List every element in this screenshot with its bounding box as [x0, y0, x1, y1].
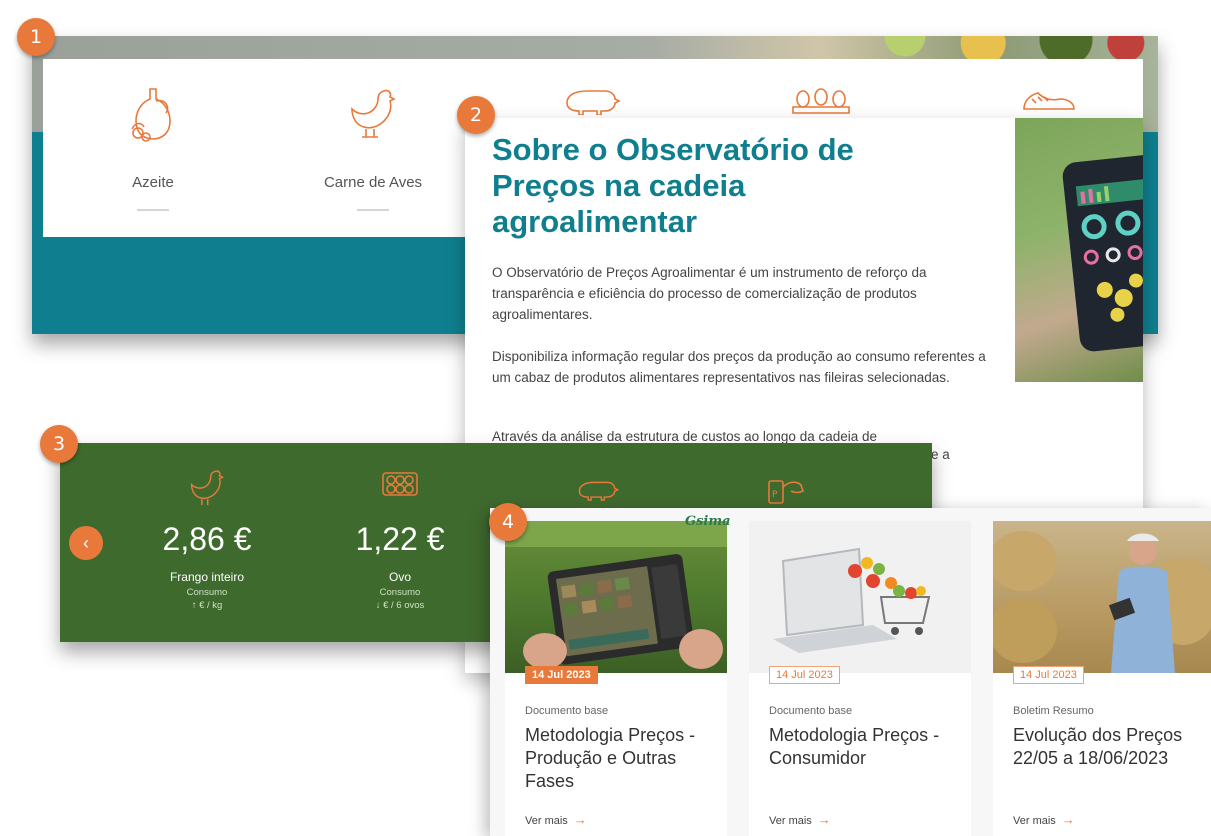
step-badge-1: 1 — [17, 18, 55, 56]
date-tag: 14 Jul 2023 — [1013, 666, 1084, 684]
chevron-left-icon: ‹ — [83, 532, 89, 553]
category-underline — [137, 209, 169, 211]
category-carne-de-aves[interactable]: Carne de Aves — [293, 59, 453, 237]
step-badge-3: 3 — [40, 425, 78, 463]
sima-logo: Gsima — [685, 514, 731, 529]
see-more-link[interactable]: Ver mais → — [1013, 812, 1075, 827]
laptop-cart-image — [749, 521, 971, 673]
price-type: Consumo — [186, 587, 228, 598]
chicken-icon — [346, 85, 400, 150]
document-card-3[interactable]: 14 Jul 2023 Boletim Resumo Evolução dos … — [993, 521, 1211, 836]
farmer-hay-image — [993, 521, 1211, 673]
document-type: Boletim Resumo — [1013, 705, 1094, 717]
about-title: Sobre o Observatório de Preços na cadeia… — [492, 132, 854, 239]
eggs-tray-icon — [380, 467, 420, 506]
arrow-right-icon: → — [1061, 812, 1075, 827]
price-unit: ↓ € / 6 ovos — [375, 600, 425, 611]
documents-panel: Gsima 14 Jul 2023 Documento base Metodol… — [490, 508, 1211, 836]
about-paragraph-2: Disponibiliza informação regular dos pre… — [492, 349, 986, 385]
product-name: Frango inteiro — [169, 570, 245, 584]
svg-text:P: P — [772, 490, 778, 500]
tablet-field-image — [505, 521, 727, 673]
document-card-1[interactable]: 14 Jul 2023 Documento base Metodologia P… — [505, 521, 727, 836]
category-label: Carne de Aves — [323, 174, 423, 191]
prev-button[interactable]: ‹ — [69, 526, 103, 560]
about-paragraph-1: O Observatório de Preços Agroalimentar é… — [492, 265, 927, 322]
category-label: Azeite — [132, 174, 174, 191]
shoes-icon — [1018, 85, 1078, 120]
step-badge-4: 4 — [489, 503, 527, 541]
price-unit: ↑ € / kg — [191, 600, 223, 611]
pig-icon — [575, 477, 620, 506]
date-tag: 14 Jul 2023 — [525, 666, 598, 684]
eggs-icon — [791, 85, 851, 120]
document-title: Metodologia Preços - Produção e Outras F… — [525, 725, 696, 791]
arrow-right-icon: → — [817, 812, 831, 827]
document-type: Documento base — [769, 705, 853, 717]
price-value: 1,22 € — [355, 521, 445, 557]
about-paragraph-3-tail: e a — [931, 447, 950, 462]
price-type: Consumo — [379, 587, 421, 598]
arrow-right-icon: → — [573, 812, 587, 827]
see-more-link[interactable]: Ver mais → — [769, 812, 831, 827]
category-azeite[interactable]: Azeite — [73, 59, 233, 237]
step-badge-2: 2 — [457, 96, 495, 134]
dairy-cow-icon: P — [765, 473, 805, 512]
pig-icon — [561, 85, 621, 120]
chicken-icon — [187, 467, 227, 516]
product-name: Ovo — [388, 570, 411, 584]
document-type: Documento base — [525, 705, 609, 717]
document-title: Evolução dos Preços 22/05 a 18/06/2023 — [1013, 725, 1183, 768]
olive-oil-icon — [126, 85, 180, 150]
price-value: 2,86 € — [162, 521, 252, 557]
document-title: Metodologia Preços - Consumidor — [769, 725, 940, 768]
category-underline — [357, 209, 389, 211]
farmer-phone-photo — [1015, 118, 1143, 382]
date-tag: 14 Jul 2023 — [769, 666, 840, 684]
document-card-2[interactable]: 14 Jul 2023 Documento base Metodologia P… — [749, 521, 971, 836]
phone-dashboard-image — [1061, 153, 1143, 353]
see-more-link[interactable]: Ver mais → — [525, 812, 587, 827]
